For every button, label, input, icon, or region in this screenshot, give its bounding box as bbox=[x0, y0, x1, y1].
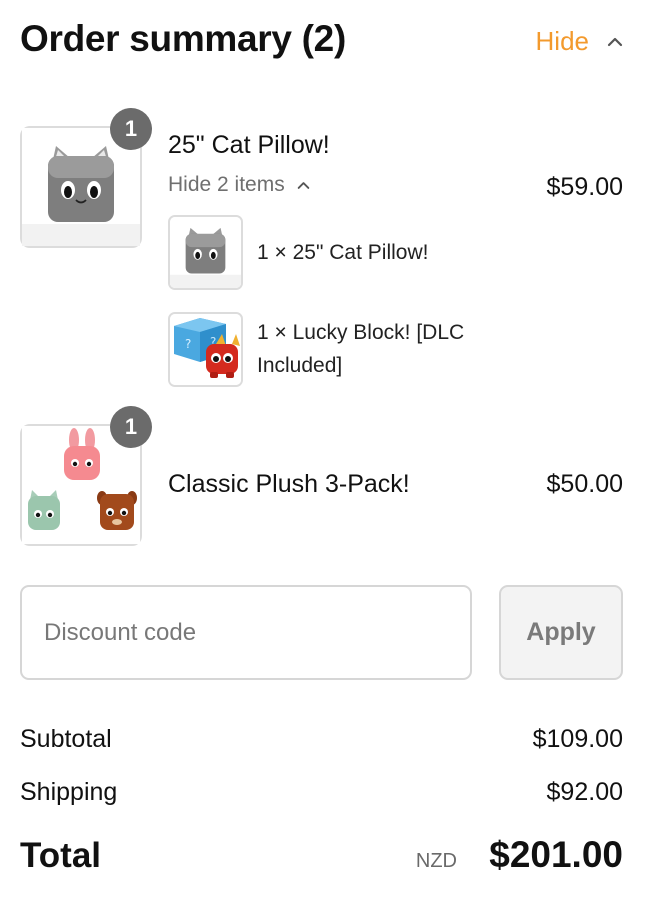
order-summary-header: Order summary (2) Hide bbox=[20, 16, 623, 66]
item-price: $59.00 bbox=[546, 173, 623, 201]
chevron-up-icon bbox=[607, 37, 623, 46]
subtotal-label: Subtotal bbox=[20, 725, 112, 753]
subtotal-value: $109.00 bbox=[532, 725, 623, 753]
shipping-label: Shipping bbox=[20, 778, 118, 806]
sub-item-thumbnail: ? ? bbox=[168, 312, 243, 387]
product-thumbnail: 1 bbox=[20, 108, 152, 248]
product-thumbnail: 1 bbox=[20, 406, 152, 546]
item-name: Classic Plush 3-Pack! bbox=[168, 470, 410, 498]
svg-text:?: ? bbox=[185, 337, 191, 351]
chevron-up-icon bbox=[297, 181, 309, 189]
sub-item-text: 1 × Lucky Block! [DLC Included] bbox=[257, 321, 465, 377]
lucky-block-image: ? ? bbox=[170, 314, 241, 385]
cat-pillow-image bbox=[170, 217, 241, 288]
apply-button[interactable]: Apply bbox=[499, 585, 623, 680]
total-value: $201.00 bbox=[489, 834, 623, 875]
hide-items-label[interactable]: Hide 2 items bbox=[168, 173, 285, 197]
hide-summary-toggle[interactable]: Hide bbox=[536, 26, 623, 57]
sub-item-thumbnail bbox=[168, 215, 243, 290]
quantity-badge: 1 bbox=[110, 406, 152, 448]
order-summary-panel: Order summary (2) Hide 1 25" Cat Pillow! bbox=[0, 0, 663, 900]
total-label: Total bbox=[20, 836, 102, 875]
item-price: $50.00 bbox=[546, 470, 623, 498]
hide-label[interactable]: Hide bbox=[536, 26, 589, 57]
item-name: 25" Cat Pillow! bbox=[168, 131, 330, 159]
quantity-badge: 1 bbox=[110, 108, 152, 150]
page-title: Order summary (2) bbox=[20, 18, 346, 59]
discount-code-input[interactable] bbox=[20, 585, 472, 680]
hide-items-toggle[interactable]: Hide 2 items bbox=[168, 173, 310, 197]
shipping-value: $92.00 bbox=[546, 778, 623, 806]
sub-item-text: 1 × 25" Cat Pillow! bbox=[257, 241, 429, 264]
currency-code: NZD bbox=[415, 850, 457, 872]
